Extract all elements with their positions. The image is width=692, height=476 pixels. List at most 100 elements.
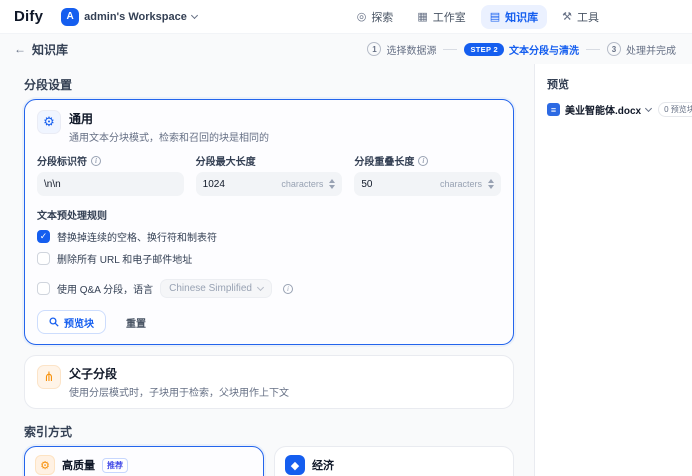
- chevron-down-icon: [191, 11, 198, 18]
- preview-panel: 预览 ≡ 美业智能体.docx 0 预览块: [534, 64, 692, 476]
- stepper-up-icon[interactable]: [488, 179, 494, 183]
- qa-segmentation-label: 使用 Q&A 分段，语言: [57, 281, 153, 296]
- parent-child-card-subtitle: 使用分层模式时，子块用于检索，父块用作上下文: [69, 384, 289, 399]
- info-icon[interactable]: i: [418, 156, 428, 166]
- preview-chunk-count-badge: 0 预览块: [658, 102, 692, 117]
- workspace-avatar: A: [61, 8, 79, 26]
- chunk-fields: 分段标识符 i 分段最大长度 characters: [37, 153, 501, 196]
- top-bar: Dify A admin's Workspace ◎ 探索 ▦ 工作室 ▤ 知识…: [0, 0, 692, 34]
- dify-logo[interactable]: Dify: [14, 8, 43, 25]
- overlap-unit: characters: [440, 179, 482, 189]
- checkbox-remove-urls[interactable]: [37, 252, 50, 265]
- delimiter-label-text: 分段标识符: [37, 153, 87, 168]
- preview-doc-name: 美业智能体.docx: [565, 102, 641, 117]
- max-length-field: 分段最大长度 characters: [196, 153, 343, 196]
- high-quality-header: ⚙ 高质量 推荐: [35, 455, 253, 475]
- max-length-input[interactable]: [203, 179, 278, 190]
- parent-child-chunk-card[interactable]: ⋔ 父子分段 使用分层模式时，子块用于检索，父块用作上下文: [24, 355, 514, 409]
- max-length-inputbox: characters: [196, 172, 343, 196]
- delimiter-field: 分段标识符 i: [37, 153, 184, 196]
- qa-language-select[interactable]: Chinese Simplified: [160, 279, 272, 298]
- chevron-down-icon: [257, 283, 264, 290]
- nav-studio[interactable]: ▦ 工作室: [408, 5, 474, 29]
- step-2-badge: STEP 2: [464, 43, 504, 56]
- rule-replace-whitespace-label: 替换掉连续的空格、换行符和制表符: [57, 229, 217, 244]
- tools-icon: ⚒: [562, 10, 572, 23]
- stepper-up-icon[interactable]: [329, 179, 335, 183]
- high-quality-title: 高质量: [62, 457, 95, 473]
- step-connector: [443, 49, 457, 50]
- segment-settings-heading: 分段设置: [24, 76, 514, 93]
- explore-icon: ◎: [357, 10, 367, 23]
- checkbox-qa-segmentation[interactable]: [37, 282, 50, 295]
- workspace-switcher[interactable]: A admin's Workspace: [55, 5, 203, 29]
- preprocess-rules-heading: 文本预处理规则: [37, 207, 501, 222]
- overlap-input[interactable]: [361, 179, 436, 190]
- nav-tools-label: 工具: [577, 9, 599, 25]
- overlap-label: 分段重叠长度 i: [354, 153, 501, 168]
- rule-replace-whitespace: ✓ 替换掉连续的空格、换行符和制表符: [37, 229, 501, 244]
- general-card-subtitle: 通用文本分块模式，检索和召回的块是相同的: [69, 129, 269, 144]
- nav-explore-label: 探索: [371, 9, 393, 25]
- step-3-number: 3: [607, 42, 621, 56]
- stepper-down-icon[interactable]: [488, 185, 494, 189]
- nav-explore[interactable]: ◎ 探索: [348, 5, 403, 29]
- main-column: 分段设置 ⚙ 通用 通用文本分块模式，检索和召回的块是相同的 分段标识符 i: [0, 64, 534, 476]
- stepper-down-icon[interactable]: [329, 185, 335, 189]
- index-method-cards: ⚙ 高质量 推荐 调用嵌入模型处理文档以实现更精确的检索，可以帮助 LLM 生成…: [24, 446, 514, 476]
- economical-icon: ◆: [285, 455, 305, 475]
- back-button[interactable]: ← 知识库: [14, 41, 68, 58]
- reset-button[interactable]: 重置: [116, 310, 156, 334]
- delimiter-input[interactable]: [44, 179, 177, 190]
- docx-file-icon: ≡: [547, 103, 560, 116]
- info-icon[interactable]: i: [91, 156, 101, 166]
- step-2-label: 文本分段与清洗: [509, 42, 579, 57]
- back-label: 知识库: [32, 41, 68, 58]
- preview-chunk-label: 预览块: [64, 315, 94, 330]
- economical-card[interactable]: ◆ 经济 每个数据块使用 10 个关键词进行检索，不会消耗任何 tokens，但…: [274, 446, 514, 476]
- chevron-down-icon: [645, 104, 652, 111]
- step-1-label: 选择数据源: [386, 42, 436, 57]
- max-length-label: 分段最大长度: [196, 153, 343, 168]
- qa-language-value: Chinese Simplified: [169, 283, 252, 294]
- nav-knowledge[interactable]: ▤ 知识库: [481, 5, 547, 29]
- max-length-stepper[interactable]: [329, 179, 335, 189]
- parent-child-card-title: 父子分段: [69, 365, 289, 382]
- info-icon[interactable]: i: [283, 284, 293, 294]
- magnifier-icon: [49, 317, 59, 327]
- max-length-unit: characters: [281, 179, 323, 189]
- general-card-actions: 预览块 重置: [37, 310, 501, 334]
- studio-icon: ▦: [417, 10, 427, 23]
- economical-header: ◆ 经济: [285, 455, 503, 475]
- overlap-stepper[interactable]: [488, 179, 494, 189]
- checkbox-replace-whitespace[interactable]: ✓: [37, 230, 50, 243]
- delimiter-label: 分段标识符 i: [37, 153, 184, 168]
- sub-bar: ← 知识库 1 选择数据源 STEP 2 文本分段与清洗 3 处理并完成: [0, 34, 692, 64]
- high-quality-card[interactable]: ⚙ 高质量 推荐 调用嵌入模型处理文档以实现更精确的检索，可以帮助 LLM 生成…: [24, 446, 264, 476]
- delimiter-inputbox: [37, 172, 184, 196]
- nav-knowledge-label: 知识库: [505, 9, 538, 25]
- nav-studio-label: 工作室: [433, 9, 466, 25]
- step-3-label: 处理并完成: [626, 42, 676, 57]
- recommended-badge: 推荐: [102, 458, 128, 473]
- preview-doc-picker[interactable]: ≡ 美业智能体.docx: [547, 102, 651, 117]
- parent-child-card-titles: 父子分段 使用分层模式时，子块用于检索，父块用作上下文: [69, 365, 289, 399]
- general-chunk-card[interactable]: ⚙ 通用 通用文本分块模式，检索和召回的块是相同的 分段标识符 i: [24, 99, 514, 345]
- preview-doc-row: ≡ 美业智能体.docx 0 预览块: [547, 102, 680, 117]
- general-card-title: 通用: [69, 110, 269, 127]
- content-area: 分段设置 ⚙ 通用 通用文本分块模式，检索和召回的块是相同的 分段标识符 i: [0, 64, 692, 476]
- preview-chunk-button[interactable]: 预览块: [37, 310, 106, 334]
- stepper: 1 选择数据源 STEP 2 文本分段与清洗 3 处理并完成: [367, 42, 676, 57]
- nav-tools[interactable]: ⚒ 工具: [553, 5, 608, 29]
- overlap-inputbox: characters: [354, 172, 501, 196]
- step-1-number: 1: [367, 42, 381, 56]
- knowledge-icon: ▤: [490, 10, 500, 23]
- parent-child-card-header: ⋔ 父子分段 使用分层模式时，子块用于检索，父块用作上下文: [37, 365, 501, 399]
- rule-remove-urls: 删除所有 URL 和电子邮件地址: [37, 251, 501, 266]
- back-arrow-icon: ←: [14, 42, 26, 56]
- qa-segmentation-row: 使用 Q&A 分段，语言 Chinese Simplified i: [37, 279, 501, 298]
- economical-title: 经济: [312, 457, 334, 473]
- general-card-titles: 通用 通用文本分块模式，检索和召回的块是相同的: [69, 110, 269, 144]
- general-card-header: ⚙ 通用 通用文本分块模式，检索和召回的块是相同的: [37, 110, 501, 144]
- overlap-field: 分段重叠长度 i characters: [354, 153, 501, 196]
